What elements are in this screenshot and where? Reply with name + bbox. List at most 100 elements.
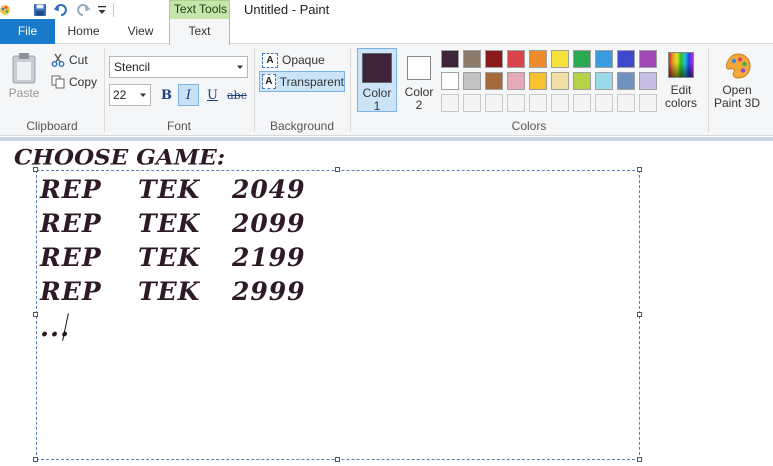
drawing-canvas[interactable]: CHOOSE GAME: REP TEK 2049 REP TEK 2099 REP TEK 2… bbox=[0, 141, 773, 466]
game-list-cell: 2999 bbox=[232, 277, 306, 306]
palette-swatch[interactable] bbox=[595, 94, 613, 112]
palette-swatch[interactable] bbox=[507, 72, 525, 90]
game-list-cell: REP bbox=[40, 175, 102, 204]
palette-swatch[interactable] bbox=[485, 94, 503, 112]
strikethrough-button[interactable]: abc bbox=[225, 84, 249, 106]
undo-icon[interactable] bbox=[52, 2, 70, 18]
palette-swatch[interactable] bbox=[639, 50, 657, 68]
palette-swatch[interactable] bbox=[595, 50, 613, 68]
palette-swatch[interactable] bbox=[573, 50, 591, 68]
palette-swatch[interactable] bbox=[441, 50, 459, 68]
edit-colors-label: Edit colors bbox=[664, 83, 697, 110]
opaque-icon: A bbox=[262, 52, 278, 68]
canvas-heading-text: CHOOSE GAME: bbox=[14, 144, 226, 171]
tab-view[interactable]: View bbox=[112, 19, 169, 44]
bold-button[interactable]: B bbox=[156, 84, 177, 106]
palette-swatch[interactable] bbox=[441, 72, 459, 90]
font-family-dropdown[interactable]: Stencil bbox=[109, 56, 248, 78]
palette-swatch[interactable] bbox=[551, 72, 569, 90]
palette-swatch[interactable] bbox=[551, 50, 569, 68]
palette-swatch[interactable] bbox=[529, 50, 547, 68]
font-size-value: 22 bbox=[113, 88, 127, 102]
tab-text[interactable]: Text bbox=[169, 19, 230, 45]
palette-swatch[interactable] bbox=[529, 94, 547, 112]
game-list-cell: REP bbox=[40, 243, 102, 272]
tab-home[interactable]: Home bbox=[55, 19, 112, 44]
palette-swatch[interactable] bbox=[463, 94, 481, 112]
palette-swatch[interactable] bbox=[441, 94, 459, 112]
palette-swatch[interactable] bbox=[485, 50, 503, 68]
color2-swatch bbox=[407, 56, 431, 80]
palette-swatch[interactable] bbox=[639, 72, 657, 90]
copy-label: Copy bbox=[69, 75, 98, 89]
ribbon: Paste Cut Copy Clipboard Stencil 22 B I … bbox=[0, 44, 773, 136]
transparent-label: Transparent bbox=[279, 74, 344, 89]
resize-handle[interactable] bbox=[637, 457, 642, 462]
palette-swatch[interactable] bbox=[507, 94, 525, 112]
palette-swatch[interactable] bbox=[639, 94, 657, 112]
color1-swatch bbox=[362, 53, 392, 83]
color1-label: Color 1 bbox=[362, 86, 392, 113]
colors-group-label: Colors bbox=[511, 119, 547, 133]
edit-colors-button[interactable]: Edit colors bbox=[662, 50, 700, 112]
resize-handle[interactable] bbox=[33, 457, 38, 462]
color-palette bbox=[441, 50, 659, 114]
tab-file[interactable]: File bbox=[0, 19, 55, 44]
game-list-cell: 2049 bbox=[232, 175, 306, 204]
copy-button[interactable]: Copy bbox=[50, 72, 102, 92]
paint-app-icon[interactable] bbox=[0, 2, 12, 18]
game-list-cell: TEK bbox=[138, 175, 201, 204]
transparent-button[interactable]: A Transparent bbox=[259, 71, 345, 92]
save-icon[interactable] bbox=[32, 2, 48, 18]
customize-quick-access-icon[interactable] bbox=[96, 2, 108, 18]
open-paint3d-label: Open Paint 3D bbox=[713, 83, 761, 110]
resize-handle[interactable] bbox=[335, 457, 340, 462]
game-list-cell: REP bbox=[40, 209, 102, 238]
underline-button[interactable]: U bbox=[202, 84, 223, 106]
paste-button[interactable]: Paste bbox=[4, 50, 44, 106]
cut-label: Cut bbox=[69, 53, 88, 67]
cut-button[interactable]: Cut bbox=[50, 50, 102, 70]
font-size-dropdown[interactable]: 22 bbox=[109, 84, 151, 106]
text-box-selection[interactable] bbox=[33, 167, 642, 462]
color1-button[interactable]: Color 1 bbox=[357, 48, 397, 113]
clipboard-icon bbox=[12, 52, 36, 84]
chevron-down-icon bbox=[140, 93, 146, 97]
palette-swatch[interactable] bbox=[617, 50, 635, 68]
redo-icon[interactable] bbox=[74, 2, 92, 18]
font-family-value: Stencil bbox=[114, 60, 151, 74]
resize-handle[interactable] bbox=[637, 312, 642, 317]
palette-swatch[interactable] bbox=[573, 72, 591, 90]
canvas-workspace: CHOOSE GAME: REP TEK 2049 REP TEK 2099 REP TEK 2… bbox=[0, 137, 773, 466]
scissors-icon bbox=[50, 52, 66, 68]
quick-access-separator bbox=[113, 3, 114, 17]
resize-handle[interactable] bbox=[335, 167, 340, 172]
palette-swatch[interactable] bbox=[529, 72, 547, 90]
game-list-cell: REP bbox=[40, 277, 102, 306]
game-list-cell: 2199 bbox=[232, 243, 306, 272]
palette-swatch[interactable] bbox=[551, 94, 569, 112]
palette-swatch[interactable] bbox=[595, 72, 613, 90]
copy-icon bbox=[50, 74, 66, 90]
paste-label: Paste bbox=[8, 86, 40, 100]
color2-button[interactable]: Color 2 bbox=[401, 48, 437, 112]
clipboard-group-label: Clipboard bbox=[26, 119, 78, 133]
palette-swatch[interactable] bbox=[507, 50, 525, 68]
background-group-label: Background bbox=[269, 119, 335, 133]
palette-swatch[interactable] bbox=[463, 50, 481, 68]
resize-handle[interactable] bbox=[33, 312, 38, 317]
palette-swatch[interactable] bbox=[485, 72, 503, 90]
color-spectrum-icon bbox=[668, 52, 694, 78]
font-group-label: Font bbox=[166, 119, 191, 133]
palette-swatch[interactable] bbox=[617, 72, 635, 90]
paint3d-icon bbox=[726, 53, 751, 79]
resize-handle[interactable] bbox=[637, 167, 642, 172]
palette-swatch[interactable] bbox=[573, 94, 591, 112]
palette-swatch[interactable] bbox=[463, 72, 481, 90]
game-list-cell: 2099 bbox=[232, 209, 306, 238]
italic-button[interactable]: I bbox=[178, 84, 199, 106]
resize-handle[interactable] bbox=[33, 167, 38, 172]
open-paint3d-button[interactable]: Open Paint 3D bbox=[712, 50, 762, 112]
palette-swatch[interactable] bbox=[617, 94, 635, 112]
opaque-button[interactable]: A Opaque bbox=[259, 50, 343, 70]
